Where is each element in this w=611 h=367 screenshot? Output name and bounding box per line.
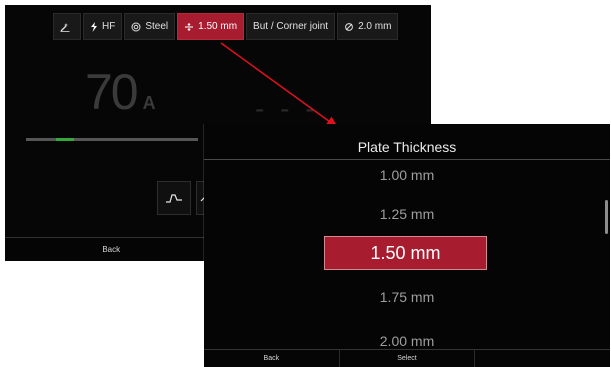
status-hf-start[interactable]: HF [83,13,123,40]
wand-icon [60,22,70,32]
plate-thickness-screen: Plate Thickness 1.00 mm 1.25 mm 1.50 mm … [204,124,610,367]
current-readout: 70 A [85,67,156,117]
select-button[interactable]: Select [340,350,476,367]
current-value: 70 [85,64,139,120]
thickness-icon [184,22,194,32]
diameter-icon [344,22,354,32]
back-button[interactable]: Back [5,238,219,261]
comparison-stage: HF Steel 1.50 mm But / Corner joint 2.0 … [0,0,611,367]
foreground-bottom-bar: Back Select [204,349,610,367]
empty-action-button[interactable] [475,350,610,367]
status-hf-label: HF [102,21,116,32]
option-1-75-mm[interactable]: 1.75 mm [204,290,610,304]
status-plate-thickness[interactable]: 1.50 mm [177,13,245,40]
status-electrode-diameter[interactable]: 2.0 mm [337,13,399,40]
status-joint-label: But / Corner joint [253,21,329,32]
option-1-25-mm[interactable]: 1.25 mm [204,207,610,221]
lightning-icon [90,21,98,32]
waveform-button[interactable] [157,181,191,215]
option-2-00-mm[interactable]: 2.00 mm [204,334,610,348]
back-button[interactable]: Back [204,350,340,367]
option-1-00-mm[interactable]: 1.00 mm [204,168,610,182]
title-divider [204,159,610,160]
current-unit: A [142,93,156,113]
status-diameter-label: 2.0 mm [358,21,392,32]
status-material-label: Steel [145,21,169,32]
secondary-readout: - - - [255,93,319,124]
current-progress-fill [56,138,74,141]
option-1-50-mm-selected[interactable]: 1.50 mm [324,236,487,270]
waveform-icon [165,192,183,204]
status-material[interactable]: Steel [124,13,176,40]
settings-status-bar: HF Steel 1.50 mm But / Corner joint 2.0 … [53,13,399,40]
page-title: Plate Thickness [357,139,457,155]
status-joint-type[interactable]: But / Corner joint [246,13,336,40]
current-progress-track [26,138,198,141]
status-plate-thickness-label: 1.50 mm [198,21,238,32]
list-scrollbar[interactable] [605,200,608,234]
status-process-mode[interactable] [53,13,81,40]
target-icon [131,22,141,32]
